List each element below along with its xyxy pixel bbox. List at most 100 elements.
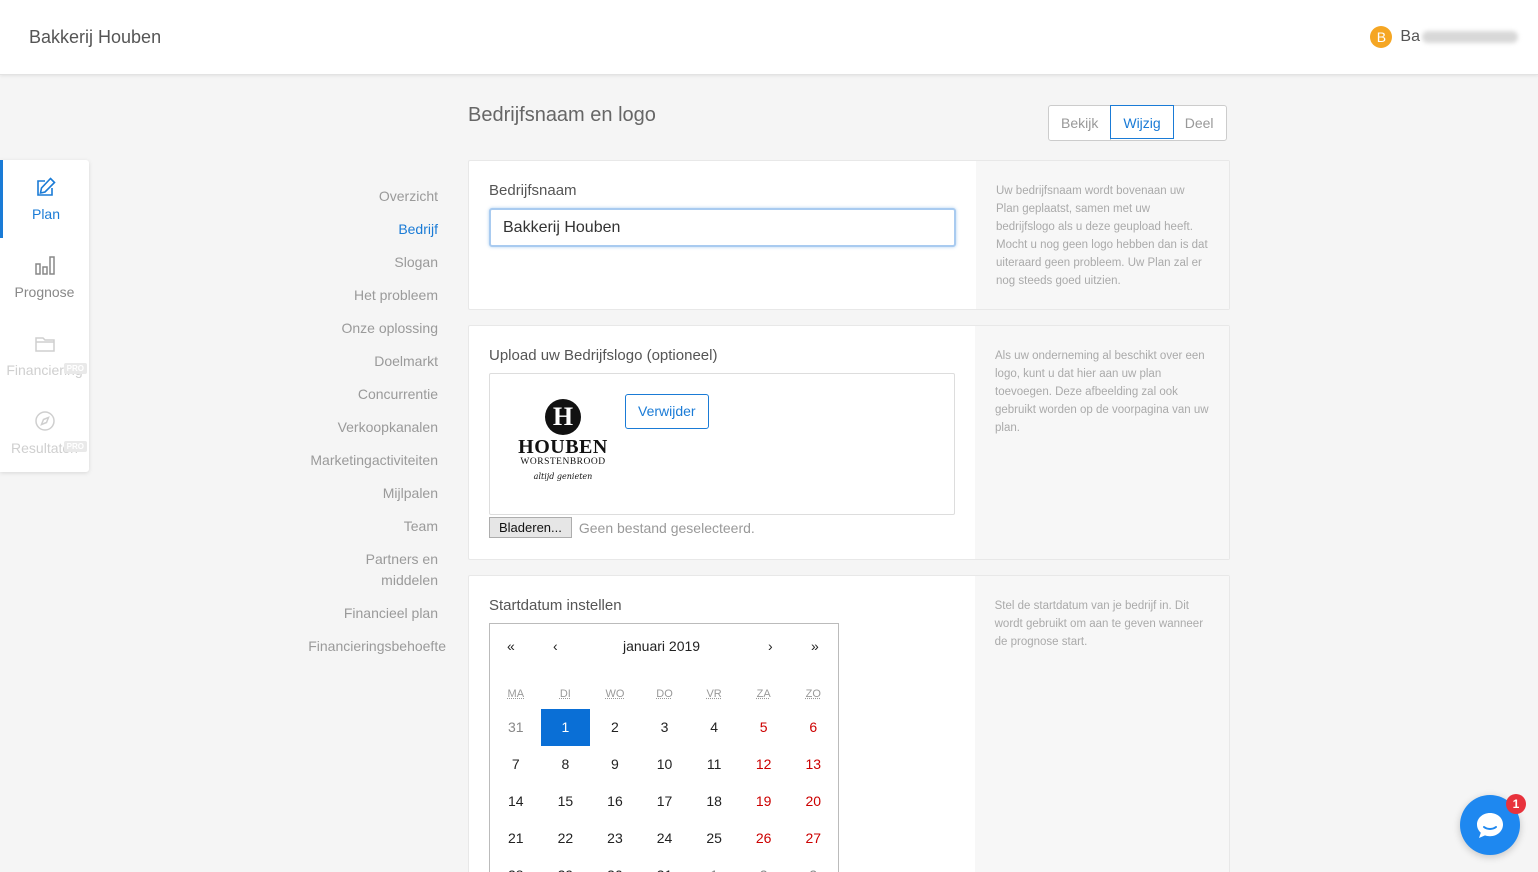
weekday-header: MA DI WO DO VR ZA ZO (490, 688, 838, 700)
weekday-label: DI (559, 688, 571, 700)
section-link-mijlpalen[interactable]: Mijlpalen (290, 483, 438, 504)
calendar-day[interactable]: 2 (739, 857, 789, 872)
rail-item-plan[interactable]: Plan (0, 160, 89, 238)
logo-subtitle: WORSTENBROOD (520, 457, 606, 467)
next-month-button[interactable]: › (768, 638, 773, 654)
calendar-day[interactable]: 25 (689, 820, 739, 857)
remove-logo-button[interactable]: Verwijder (625, 394, 709, 429)
company-name-label: Bedrijfsnaam (489, 182, 577, 199)
next-year-button[interactable]: » (811, 638, 819, 654)
date-picker: « ‹ januari 2019 › » MA DI WO DO VR ZA ZO 31 1 2… (489, 623, 839, 872)
section-link-het-probleem[interactable]: Het probleem (290, 285, 438, 306)
prev-month-button[interactable]: ‹ (553, 638, 558, 654)
calendar-day[interactable]: 18 (689, 783, 739, 820)
rail-label-prognose: Prognose (14, 284, 75, 300)
calendar-day[interactable]: 23 (590, 820, 640, 857)
calendar-day[interactable]: 31 (640, 857, 690, 872)
calendar-grid: 31 1 2 3 4 5 6 7 8 9 10 11 12 13 14 15 16 17 18 19 20 21 22 23 2… (490, 709, 838, 872)
calendar-day[interactable]: 1 (689, 857, 739, 872)
weekday-label: DO (656, 688, 673, 700)
weekday-label: WO (605, 688, 625, 700)
chat-unread-badge: 1 (1506, 794, 1526, 814)
user-avatar: B (1370, 26, 1393, 48)
section-link-verkoopkanalen[interactable]: Verkoopkanalen (290, 417, 438, 438)
bar-chart-icon (34, 256, 55, 275)
calendar-day[interactable]: 4 (689, 709, 739, 746)
rail-item-prognose[interactable]: Prognose (0, 238, 89, 316)
calendar-day[interactable]: 24 (640, 820, 690, 857)
calendar-day[interactable]: 3 (788, 857, 838, 872)
prev-year-button[interactable]: « (507, 638, 515, 654)
mode-view-button[interactable]: Bekijk (1049, 106, 1112, 140)
company-name-card: Bedrijfsnaam Bakkerij Houben Uw bedrijfs… (468, 160, 1230, 310)
month-label[interactable]: januari 2019 (623, 638, 700, 654)
calendar-day[interactable]: 16 (590, 783, 640, 820)
calendar-week-row: 14 15 16 17 18 19 20 (490, 783, 838, 820)
calendar-day[interactable]: 2 (590, 709, 640, 746)
logo-upload-card: Upload uw Bedrijfslogo (optioneel) H HOU… (468, 325, 1230, 560)
calendar-day[interactable]: 8 (541, 746, 591, 783)
calendar-week-row: 31 1 2 3 4 5 6 (490, 709, 838, 746)
calendar-day[interactable]: 28 (491, 857, 541, 872)
app-title: Bakkerij Houben (29, 27, 162, 47)
section-link-marketingactiviteiten[interactable]: Marketingactiviteiten (290, 450, 438, 471)
mode-edit-button[interactable]: Wijzig (1110, 105, 1174, 139)
company-name-input[interactable]: Bakkerij Houben (489, 208, 956, 247)
section-link-team[interactable]: Team (290, 516, 438, 537)
logo-upload-label: Upload uw Bedrijfslogo (optioneel) (489, 347, 718, 364)
page-title: Bedrijfsnaam en logo (468, 104, 656, 126)
weekday-label: MA (507, 688, 525, 700)
weekday-label: VR (706, 688, 722, 700)
calendar-day[interactable]: 3 (640, 709, 690, 746)
calendar-day[interactable]: 31 (491, 709, 541, 746)
calendar-day[interactable]: 10 (640, 746, 690, 783)
calendar-day[interactable]: 21 (491, 820, 541, 857)
calendar-header: « ‹ januari 2019 › » (490, 638, 838, 656)
calendar-day[interactable]: 6 (788, 709, 838, 746)
calendar-day[interactable]: 5 (739, 709, 789, 746)
pro-badge: PRO (63, 363, 87, 374)
calendar-day[interactable]: 7 (491, 746, 541, 783)
section-link-slogan[interactable]: Slogan (290, 252, 438, 273)
rail-item-financiering[interactable]: Financiering PRO (0, 316, 89, 394)
user-menu[interactable]: B Ba (1370, 26, 1518, 48)
calendar-day[interactable]: 20 (788, 783, 838, 820)
calendar-day[interactable]: 22 (541, 820, 591, 857)
mode-share-button[interactable]: Deel (1173, 106, 1226, 140)
calendar-day[interactable]: 26 (739, 820, 789, 857)
calendar-day[interactable]: 27 (788, 820, 838, 857)
logo-tagline: altijd genieten (533, 472, 593, 481)
rail-item-resultaten[interactable]: Resultaten PRO (0, 394, 89, 472)
user-name: Ba (1400, 28, 1420, 45)
calendar-day[interactable]: 29 (541, 857, 591, 872)
calendar-day[interactable]: 14 (491, 783, 541, 820)
company-name-help: Uw bedrijfsnaam wordt bovenaan uw Plan g… (976, 161, 1229, 309)
company-logo: H HOUBEN WORSTENBROOD altijd genieten (518, 399, 608, 481)
section-link-bedrijf[interactable]: Bedrijf (290, 219, 438, 240)
section-link-financieel-plan[interactable]: Financieel plan (290, 603, 438, 624)
calendar-day[interactable]: 12 (739, 746, 789, 783)
calendar-day[interactable]: 17 (640, 783, 690, 820)
calendar-day[interactable]: 13 (788, 746, 838, 783)
calendar-day[interactable]: 15 (541, 783, 591, 820)
section-link-partners-en-middelen[interactable]: Partners en middelen (290, 549, 438, 591)
top-bar: Bakkerij Houben B Ba (0, 0, 1538, 75)
calendar-day[interactable]: 19 (739, 783, 789, 820)
section-link-concurrentie[interactable]: Concurrentie (290, 384, 438, 405)
mode-switch: Bekijk Wijzig Deel (1048, 105, 1227, 141)
calendar-day[interactable]: 1 (540, 709, 591, 746)
section-nav: Overzicht Bedrijf Slogan Het probleem On… (290, 186, 446, 669)
calendar-day[interactable]: 30 (590, 857, 640, 872)
section-link-overzicht[interactable]: Overzicht (290, 186, 438, 207)
calendar-day[interactable]: 11 (689, 746, 739, 783)
calendar-week-row: 7 8 9 10 11 12 13 (490, 746, 838, 783)
weekday-label: ZA (756, 688, 771, 700)
compass-icon (34, 411, 55, 431)
browse-button[interactable]: Bladeren... (489, 517, 572, 538)
calendar-day[interactable]: 9 (590, 746, 640, 783)
section-link-financieringsbehoefte[interactable]: Financieringsbehoefte (290, 636, 446, 657)
user-name-blurred (1422, 31, 1518, 43)
section-link-onze-oplossing[interactable]: Onze oplossing (290, 318, 438, 339)
section-link-doelmarkt[interactable]: Doelmarkt (290, 351, 438, 372)
file-picker: Bladeren... Geen bestand geselecteerd. (489, 517, 955, 538)
